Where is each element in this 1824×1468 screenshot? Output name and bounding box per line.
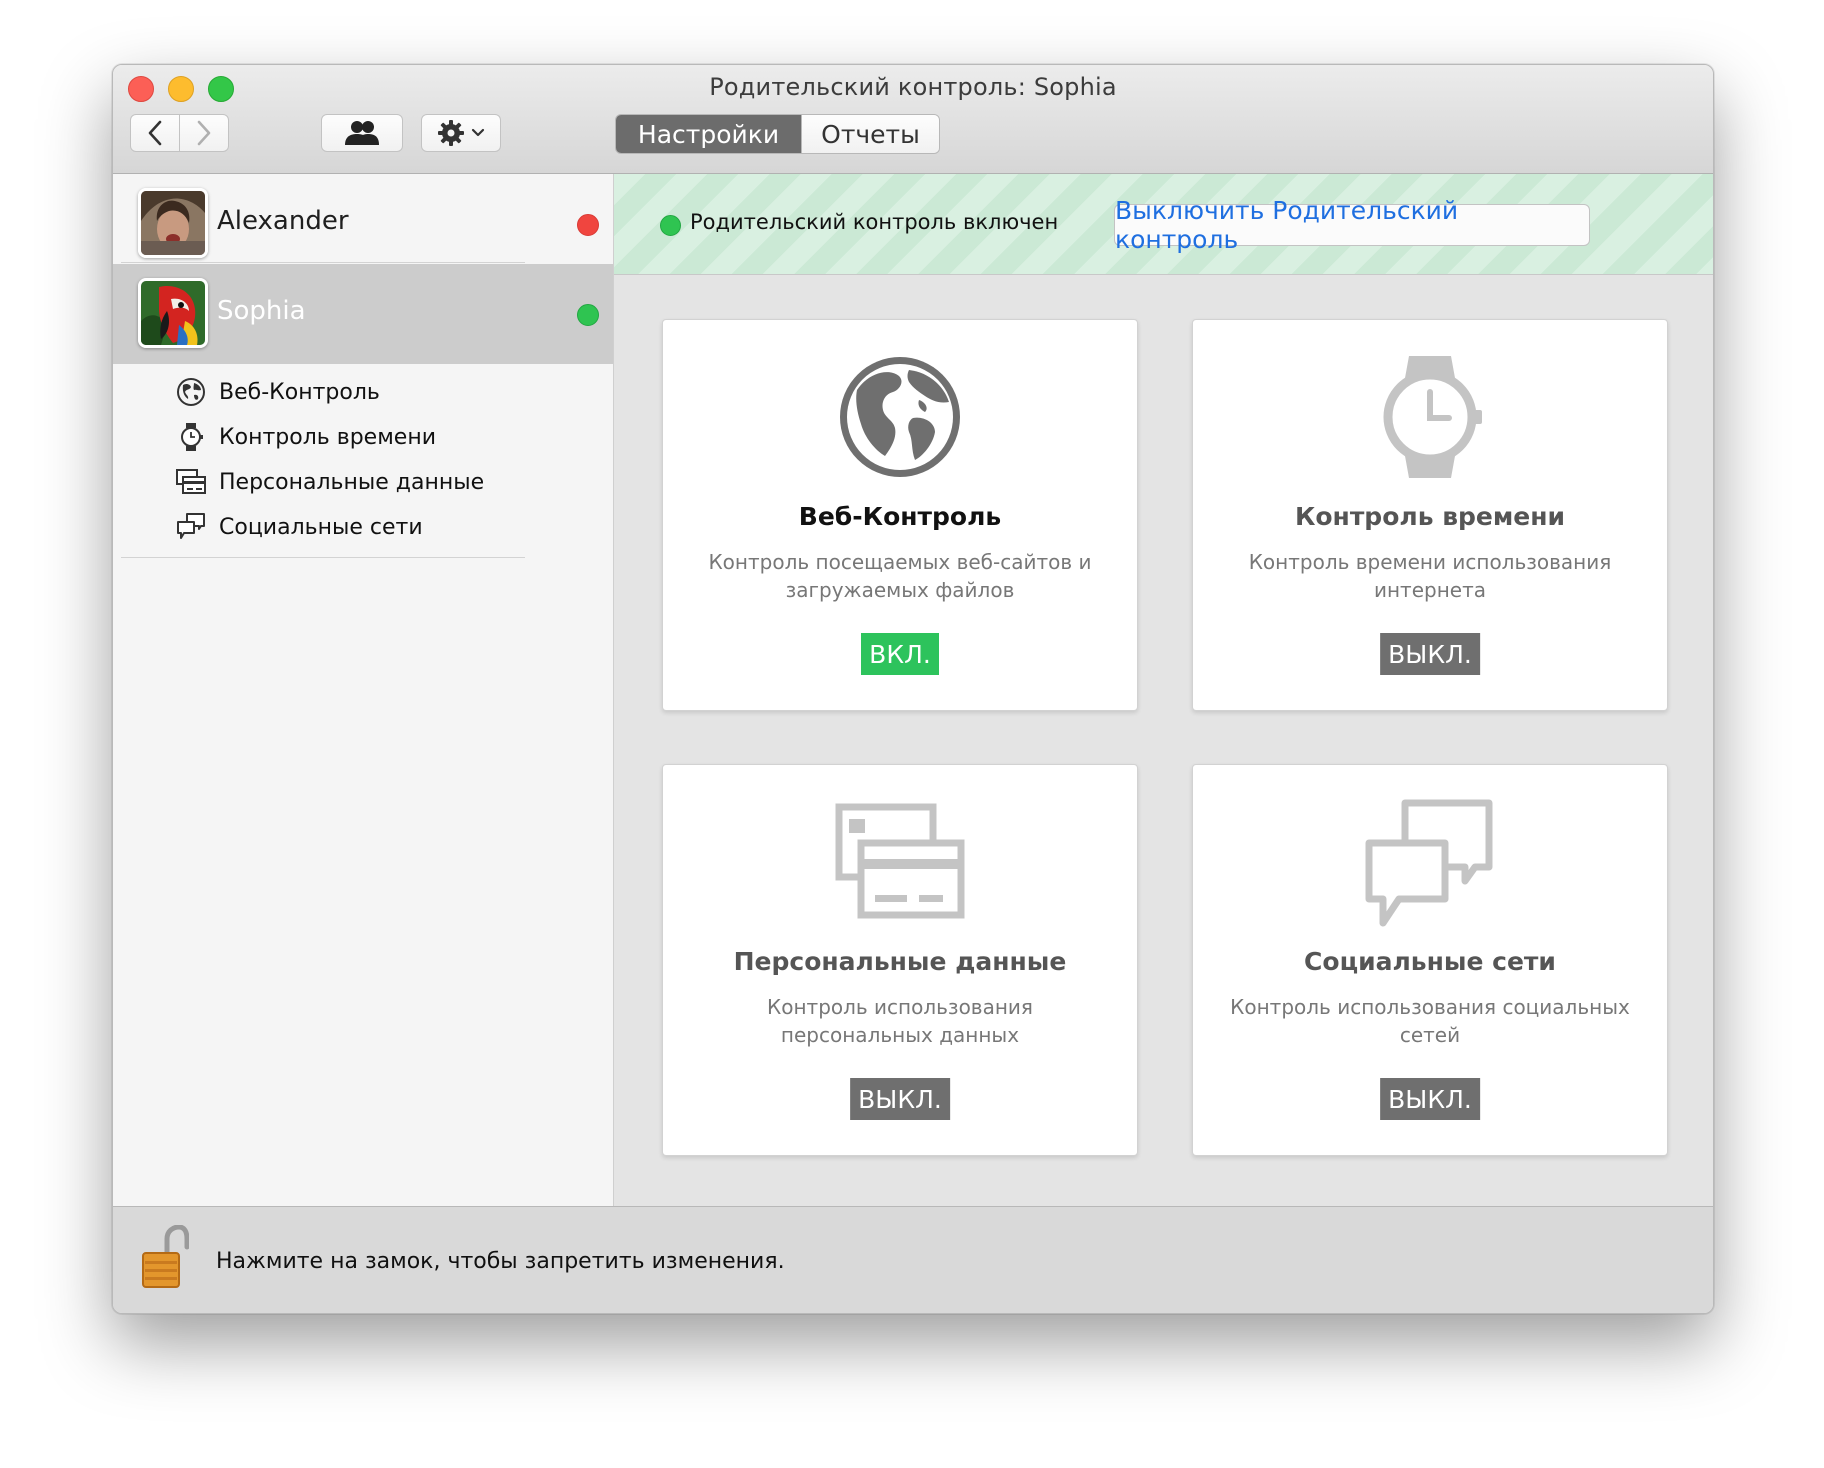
user-row-sophia[interactable]: Sophia: [113, 264, 613, 364]
card-title: Контроль времени: [1294, 502, 1566, 531]
users-icon: [345, 121, 379, 145]
bottom-bar: Нажмите на замок, чтобы запретить измене…: [113, 1206, 1713, 1313]
user-name: Sophia: [217, 296, 306, 326]
status-text: Родительский контроль включен: [690, 210, 1059, 234]
sidebar-item-personal-data[interactable]: Персональные данные: [173, 460, 484, 504]
lock-hint-text: Нажмите на замок, чтобы запретить измене…: [216, 1249, 785, 1274]
tab-settings[interactable]: Настройки: [616, 115, 801, 153]
globe-icon: [173, 374, 209, 410]
forward-button[interactable]: [179, 114, 229, 152]
chat-icon: [173, 509, 209, 545]
status-badge[interactable]: ВЫКЛ.: [1380, 1078, 1480, 1120]
card-web-control[interactable]: Веб-Контроль Контроль посещаемых веб-сай…: [662, 319, 1138, 711]
sidebar: Alexander Sophia Веб-Контроль Контроль в…: [113, 174, 614, 1206]
status-dot: [577, 214, 599, 236]
card-description: Контроль использования персональных данн…: [767, 995, 1033, 1047]
status-banner: Родительский контроль включен Выключить …: [614, 174, 1713, 275]
view-tabs: Настройки Отчеты: [615, 114, 940, 154]
back-button[interactable]: [130, 114, 180, 152]
settings-menu-button[interactable]: [421, 114, 501, 152]
globe-icon: [663, 352, 1137, 482]
card-social-networks[interactable]: Социальные сети Контроль использования с…: [1192, 764, 1668, 1156]
sidebar-item-label: Социальные сети: [219, 514, 423, 540]
sidebar-item-social-networks[interactable]: Социальные сети: [173, 505, 423, 549]
main-panel: Родительский контроль включен Выключить …: [614, 174, 1713, 1206]
chevron-left-icon: [148, 120, 162, 146]
card-description: Контроль времени использования интернета: [1248, 550, 1612, 602]
status-dot: [577, 304, 599, 326]
titlebar: Родительский контроль: Sophia Настройки …: [113, 65, 1713, 174]
gear-icon: [438, 120, 464, 146]
sidebar-item-time-control[interactable]: Контроль времени: [173, 415, 436, 459]
chevron-down-icon: [471, 128, 485, 137]
user-row-alexander[interactable]: Alexander: [113, 174, 613, 274]
chevron-right-icon: [197, 120, 211, 146]
divider: [121, 557, 525, 558]
card-title: Социальные сети: [1304, 947, 1556, 976]
sidebar-item-label: Контроль времени: [219, 424, 437, 450]
avatar: [138, 278, 208, 348]
cards-icon: [173, 464, 209, 500]
disable-parental-control-button[interactable]: Выключить Родительский контроль: [1114, 196, 1590, 254]
card-description: Контроль посещаемых веб-сайтов и загружа…: [708, 550, 1092, 602]
card-title: Веб-Контроль: [798, 502, 1002, 531]
status-badge[interactable]: ВЫКЛ.: [1380, 633, 1480, 675]
lock-open-icon[interactable]: [141, 1224, 190, 1291]
card-description: Контроль использования социальных сетей: [1230, 995, 1630, 1047]
sidebar-item-web-control[interactable]: Веб-Контроль: [173, 370, 380, 414]
tab-reports[interactable]: Отчеты: [801, 115, 939, 153]
status-badge[interactable]: ВЫКЛ.: [850, 1078, 950, 1120]
card-personal-data[interactable]: Персональные данные Контроль использован…: [662, 764, 1138, 1156]
user-name: Alexander: [217, 206, 349, 236]
status-badge[interactable]: ВКЛ.: [861, 633, 939, 675]
users-button[interactable]: [321, 114, 403, 152]
avatar: [138, 188, 208, 258]
watch-icon: [1193, 352, 1667, 482]
window-title: Родительский контроль: Sophia: [709, 73, 1117, 101]
card-time-control[interactable]: Контроль времени Контроль времени исполь…: [1192, 319, 1668, 711]
watch-icon: [173, 419, 209, 455]
app-window: Родительский контроль: Sophia Настройки …: [112, 64, 1714, 1314]
status-dot: [660, 215, 681, 236]
cards-icon: [663, 803, 1137, 933]
card-title: Персональные данные: [733, 947, 1067, 976]
sidebar-item-label: Веб-Контроль: [219, 379, 380, 405]
divider: [121, 262, 525, 263]
chat-icon: [1193, 799, 1667, 929]
sidebar-item-label: Персональные данные: [219, 469, 485, 495]
